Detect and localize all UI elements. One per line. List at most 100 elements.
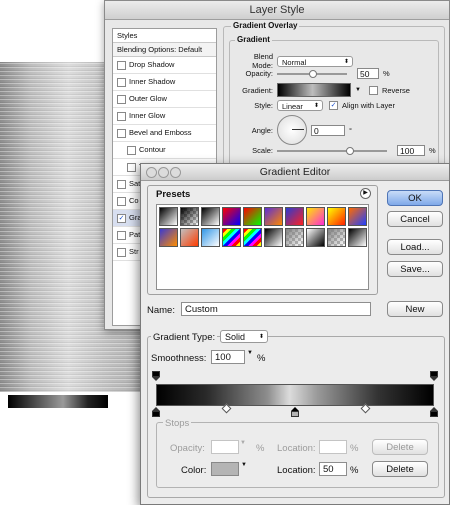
cancel-button[interactable]: Cancel [387, 211, 443, 227]
presets-group: Presets ▶ [147, 185, 378, 295]
gradient-preset-swatch[interactable] [285, 228, 304, 247]
new-button[interactable]: New [387, 301, 443, 317]
style-item-checkbox[interactable] [117, 111, 126, 121]
style-item-label: Sat [129, 179, 141, 188]
angle-dial[interactable] [277, 115, 307, 145]
style-item-checkbox[interactable]: ✓ [117, 213, 126, 223]
save-button[interactable]: Save... [387, 261, 443, 277]
scale-slider[interactable] [277, 146, 387, 155]
presets-menu-icon[interactable]: ▶ [360, 188, 371, 199]
gradient-preset-swatch[interactable] [264, 228, 283, 247]
style-select[interactable]: Linear ⬍ [277, 100, 323, 111]
delete-color-stop-button[interactable]: Delete [372, 461, 428, 477]
popup-arrows-icon: ⬍ [343, 58, 349, 65]
gradient-dropdown-arrow-icon[interactable]: ▼ [355, 87, 361, 93]
style-item[interactable]: Contour [113, 142, 216, 159]
align-with-layer-checkbox[interactable]: ✓ [329, 101, 338, 110]
gradient-preset-swatch[interactable] [327, 228, 346, 247]
opacity-stop-pointer [152, 377, 160, 381]
scale-label: Scale: [252, 146, 273, 155]
opacity-stop-left[interactable] [152, 371, 160, 381]
zoom-window-icon[interactable] [170, 167, 181, 178]
style-item-checkbox[interactable] [117, 179, 126, 189]
minimize-window-icon[interactable] [158, 167, 169, 178]
align-with-layer-label: Align with Layer [342, 101, 395, 110]
style-value: Linear [282, 102, 303, 111]
stop-color-well[interactable] [211, 462, 239, 476]
gradient-preset-swatch[interactable] [285, 207, 304, 226]
opacity-slider-thumb[interactable] [309, 69, 317, 78]
gradient-preview[interactable] [277, 83, 351, 97]
ok-button[interactable]: OK [387, 190, 443, 206]
color-stop-middle[interactable] [291, 407, 299, 417]
load-button[interactable]: Load... [387, 239, 443, 255]
style-item-checkbox[interactable] [127, 162, 136, 172]
opacity-slider[interactable] [277, 69, 347, 78]
style-item-checkbox[interactable] [117, 60, 126, 70]
close-window-icon[interactable] [146, 167, 157, 178]
style-item-label: Str [129, 247, 139, 256]
color-stop-left[interactable] [152, 407, 160, 417]
stop-color-location-field[interactable]: 50 [319, 462, 347, 476]
smoothness-field[interactable]: 100 [211, 350, 245, 364]
opacity-field[interactable]: 50 [357, 68, 379, 79]
blend-mode-select[interactable]: Normal ⬍ [277, 55, 353, 67]
style-item[interactable]: Bevel and Emboss [113, 125, 216, 142]
style-item-label: Inner Glow [129, 111, 166, 120]
style-item-checkbox[interactable] [117, 94, 126, 104]
gradient-preset-swatch[interactable] [306, 207, 325, 226]
stop-opacity-field[interactable] [211, 440, 239, 454]
style-item[interactable]: Outer Glow [113, 91, 216, 108]
gradient-type-value: Solid [225, 332, 246, 342]
stop-color-dropdown-icon[interactable]: ▼ [241, 462, 247, 468]
style-item[interactable]: Inner Glow [113, 108, 216, 125]
gradient-editor-titlebar: Gradient Editor [141, 164, 449, 181]
styles-header[interactable]: Styles [113, 29, 216, 43]
angle-field[interactable]: 0 [311, 124, 345, 136]
gradient-preset-swatch[interactable] [159, 207, 178, 226]
gradient-preset-swatch[interactable] [243, 228, 262, 247]
gradient-preset-swatch[interactable] [243, 207, 262, 226]
style-item[interactable]: Inner Shadow [113, 74, 216, 91]
style-item[interactable]: Drop Shadow [113, 57, 216, 74]
gradient-preset-swatch[interactable] [201, 207, 220, 226]
style-item-checkbox[interactable] [127, 145, 136, 155]
gradient-preset-swatch[interactable] [348, 228, 367, 247]
gradient-preset-swatch[interactable] [159, 228, 178, 247]
style-item-checkbox[interactable] [117, 128, 126, 138]
blending-options-item[interactable]: Blending Options: Default [113, 43, 216, 57]
popup-arrows-icon: ⬍ [258, 334, 264, 340]
scale-slider-thumb[interactable] [346, 146, 355, 155]
color-stop-right[interactable] [430, 407, 438, 417]
style-item-checkbox[interactable] [117, 230, 126, 240]
gradient-editor-title: Gradient Editor [259, 166, 331, 178]
gradient-preset-swatch[interactable] [264, 207, 283, 226]
gradient-preset-swatch[interactable] [180, 228, 199, 247]
gradient-preset-swatch[interactable] [327, 207, 346, 226]
gradient-preset-swatch[interactable] [306, 228, 325, 247]
smoothness-dropdown-icon[interactable]: ▼ [247, 350, 253, 356]
stop-color-location-label: Location: [277, 465, 316, 476]
degree-symbol: ° [349, 125, 352, 135]
style-item-checkbox[interactable] [117, 77, 126, 87]
stop-opacity-percent: % [256, 443, 265, 454]
gradient-preview-bar[interactable] [156, 384, 434, 406]
style-item-label: Pat [129, 230, 141, 239]
gradient-preset-swatch[interactable] [348, 207, 367, 226]
scale-field[interactable]: 100 [397, 145, 425, 156]
gradient-preset-swatch[interactable] [222, 207, 241, 226]
gradient-preset-swatch[interactable] [180, 207, 199, 226]
gradient-type-select[interactable]: Solid ⬍ [220, 330, 268, 343]
opacity-stop-right[interactable] [430, 371, 438, 381]
style-item-checkbox[interactable] [117, 247, 126, 257]
stop-opacity-dropdown-icon[interactable]: ▼ [240, 440, 246, 446]
style-item-checkbox[interactable] [117, 196, 126, 206]
gradient-preset-swatch[interactable] [222, 228, 241, 247]
gradient-type-label: Gradient Type: [151, 332, 218, 343]
gradient-preset-swatch[interactable] [201, 228, 220, 247]
stop-opacity-location-field[interactable] [319, 440, 347, 454]
style-item-label: Co [129, 196, 139, 205]
delete-opacity-stop-button[interactable]: Delete [372, 439, 428, 455]
reverse-checkbox[interactable] [368, 85, 378, 95]
gradient-name-input[interactable]: Custom [181, 302, 371, 316]
